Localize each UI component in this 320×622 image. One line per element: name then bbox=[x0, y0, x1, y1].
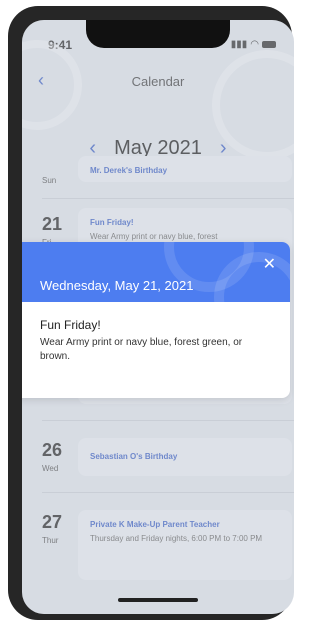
modal-date: Wednesday, May 21, 2021 bbox=[40, 278, 194, 293]
phone-frame: 9:41 ▮▮▮ ◠ ‹ Calendar ‹ May 2021 › Sun M… bbox=[8, 6, 294, 620]
modal-header: ✕ Wednesday, May 21, 2021 bbox=[22, 242, 290, 302]
modal-event-title: Fun Friday! bbox=[40, 318, 101, 332]
modal-event-description: Wear Army print or navy blue, forest gre… bbox=[40, 337, 243, 362]
event-detail-modal: ✕ Wednesday, May 21, 2021 Fun Friday! We… bbox=[22, 242, 290, 398]
notch bbox=[86, 20, 230, 48]
app-screen: 9:41 ▮▮▮ ◠ ‹ Calendar ‹ May 2021 › Sun M… bbox=[22, 20, 294, 614]
home-indicator[interactable] bbox=[118, 598, 198, 602]
close-icon[interactable]: ✕ bbox=[263, 254, 276, 274]
modal-body: Fun Friday! Wear Army print or navy blue… bbox=[40, 318, 270, 364]
